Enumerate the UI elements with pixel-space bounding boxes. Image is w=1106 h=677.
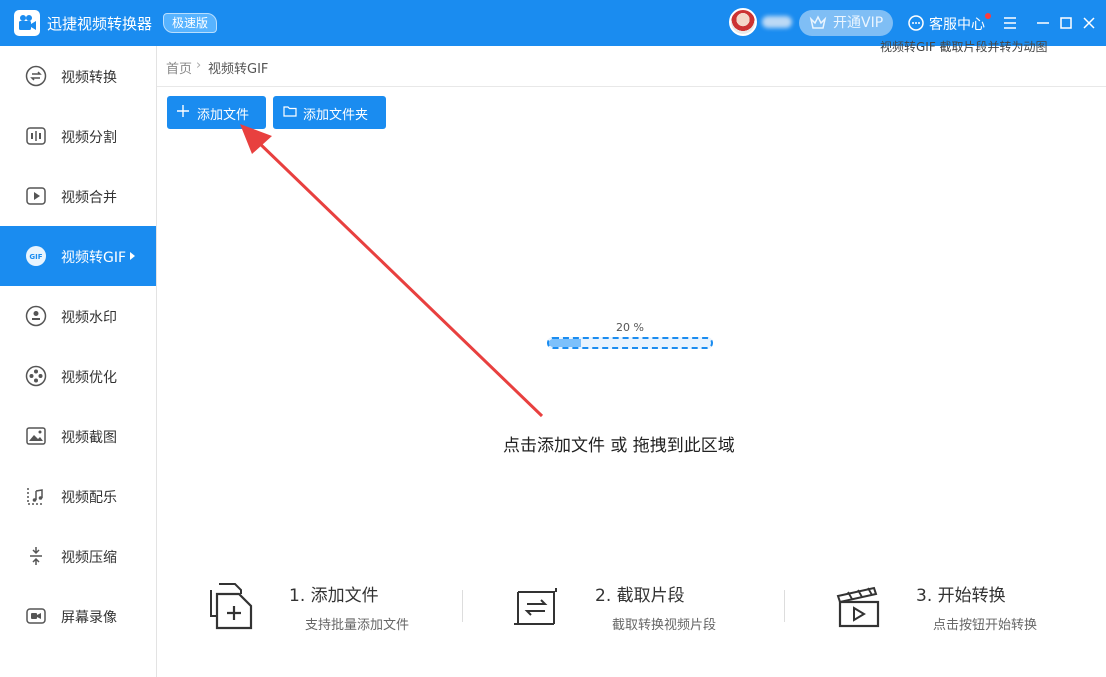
caret-right-icon [130, 252, 135, 260]
breadcrumb-separator: › [196, 58, 202, 73]
sidebar-item-label: 视频合并 [61, 190, 117, 206]
sidebar-item-optimize[interactable]: 视频优化 [0, 346, 156, 406]
convert-icon [25, 65, 47, 87]
progress-bar [547, 337, 713, 349]
sidebar-item-record[interactable]: 屏幕录像 [0, 586, 156, 646]
sidebar-item-screenshot[interactable]: 视频截图 [0, 406, 156, 466]
sidebar-item-compress[interactable]: 视频压缩 [0, 526, 156, 586]
drop-zone-hint[interactable]: 点击添加文件 或 拖拽到此区域 [503, 431, 735, 456]
progress-text: 20 % [616, 321, 644, 334]
svg-text:GIF: GIF [29, 253, 42, 261]
edition-badge: 极速版 [163, 13, 218, 33]
merge-icon [25, 185, 47, 207]
sidebar-item-label: 视频优化 [61, 370, 117, 386]
step-title: 1. 添加文件 [289, 586, 379, 606]
step-add-file: 1. 添加文件 支持批量添加文件 [207, 578, 447, 634]
sidebar-item-label: 视频截图 [61, 430, 117, 446]
app-logo-icon [14, 10, 40, 36]
sidebar-item-gif[interactable]: GIF 视频转GIF [0, 226, 156, 286]
record-icon [25, 605, 47, 627]
open-vip-button[interactable]: 开通VIP [799, 10, 893, 36]
sidebar: 视频转换 视频分割 视频合并 GIF 视频转GIF 视频水印 视频优化 视频截图… [0, 46, 157, 677]
step-desc: 支持批量添加文件 [305, 618, 410, 633]
watermark-icon [25, 305, 47, 327]
screenshot-icon [25, 425, 47, 447]
sidebar-item-label: 视频分割 [61, 130, 117, 146]
annotation-arrow [240, 124, 544, 418]
trim-icon [512, 580, 562, 630]
step-desc: 截取转换视频片段 [612, 618, 717, 633]
step-title: 3. 开始转换 [916, 586, 1006, 606]
header-divider [157, 86, 1106, 87]
app-title: 迅捷视频转换器 [47, 15, 153, 33]
breadcrumb-home[interactable]: 首页 [166, 58, 192, 77]
split-icon [25, 125, 47, 147]
sidebar-item-convert[interactable]: 视频转换 [0, 46, 156, 106]
sidebar-item-label: 屏幕录像 [61, 610, 117, 626]
sidebar-item-music[interactable]: 视频配乐 [0, 466, 156, 526]
step-divider [784, 590, 785, 622]
user-avatar[interactable] [729, 8, 757, 36]
menu-icon[interactable] [999, 12, 1021, 34]
sidebar-item-label: 视频水印 [61, 310, 117, 326]
sidebar-item-watermark[interactable]: 视频水印 [0, 286, 156, 346]
add-document-icon [207, 580, 257, 630]
minimize-icon[interactable] [1032, 12, 1054, 34]
sidebar-item-label: 视频转换 [61, 70, 117, 86]
sidebar-item-merge[interactable]: 视频合并 [0, 166, 156, 226]
plus-icon [177, 105, 189, 121]
optimize-icon [25, 365, 47, 387]
progress-fill [549, 339, 582, 347]
crown-icon [809, 14, 827, 41]
sidebar-item-label: 视频压缩 [61, 550, 117, 566]
sidebar-item-label: 视频配乐 [61, 490, 117, 506]
step-title: 2. 截取片段 [595, 586, 685, 606]
compress-icon [25, 545, 47, 567]
sidebar-item-label: 视频转GIF [61, 250, 127, 266]
step-trim-clip: 2. 截取片段 截取转换视频片段 [512, 578, 752, 634]
close-icon[interactable] [1078, 12, 1100, 34]
breadcrumb: 首页 › 视频转GIF [166, 58, 466, 77]
step-start-convert: 3. 开始转换 点击按钮开始转换 [834, 578, 1074, 634]
vip-label: 开通VIP [833, 15, 884, 31]
username[interactable] [762, 16, 792, 28]
gif-icon: GIF [25, 245, 47, 267]
folder-icon [283, 105, 297, 121]
breadcrumb-current: 视频转GIF [208, 62, 269, 77]
music-icon [25, 485, 47, 507]
chat-icon [907, 14, 925, 36]
step-divider [462, 590, 463, 622]
service-label: 客服中心 [929, 17, 985, 33]
sidebar-item-split[interactable]: 视频分割 [0, 106, 156, 166]
feature-tooltip: 视频转GIF 截取片段并转为动图 [880, 40, 1048, 54]
maximize-icon[interactable] [1055, 12, 1077, 34]
step-desc: 点击按钮开始转换 [933, 618, 1038, 633]
clapperboard-icon [834, 580, 884, 630]
notification-dot [985, 13, 991, 19]
